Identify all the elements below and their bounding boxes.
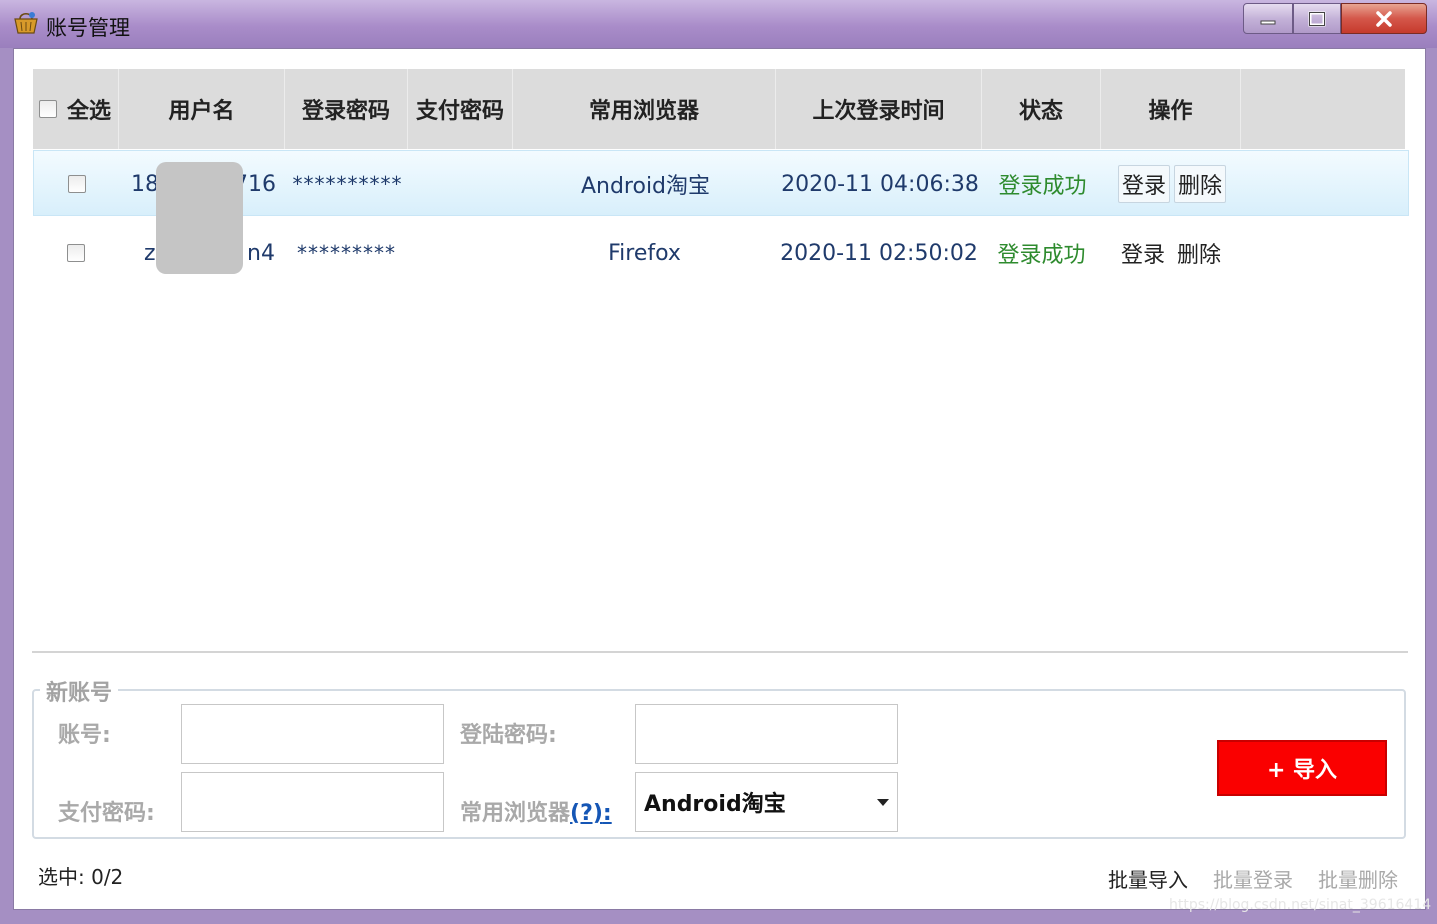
close-icon	[1376, 10, 1392, 27]
batch-import-link[interactable]: 批量导入	[1108, 864, 1188, 893]
login-password-label: 登陆密码:	[460, 723, 557, 748]
username-start: z	[144, 240, 156, 266]
batch-login-link[interactable]: 批量登录	[1213, 864, 1293, 893]
table-header: 全选 用户名 登录密码 支付密码 常用浏览器 上次登录时间 状态 操作	[33, 69, 1405, 149]
cell-last-login: 2020-11 02:50:02	[780, 240, 978, 266]
header-pay-password: 支付密码	[408, 69, 513, 149]
close-button[interactable]	[1341, 3, 1427, 34]
header-last-login: 上次登录时间	[776, 69, 982, 149]
row-login-button[interactable]: 登录	[1117, 165, 1170, 203]
maximize-button[interactable]	[1293, 3, 1341, 34]
browser-help-link[interactable]: (?)	[570, 801, 603, 826]
redaction-overlay	[156, 162, 243, 274]
header-login-password: 登录密码	[285, 69, 408, 149]
browser-select[interactable]: Android淘宝	[635, 772, 898, 832]
account-input[interactable]	[181, 704, 444, 764]
row-delete-button[interactable]: 删除	[1173, 234, 1225, 272]
window-client-area: 全选 用户名 登录密码 支付密码 常用浏览器 上次登录时间 状态 操作 18 7…	[13, 48, 1431, 913]
browser-label-group: 常用浏览器(?):	[460, 795, 612, 827]
cell-pay-password	[408, 220, 513, 286]
batch-delete-link[interactable]: 批量删除	[1318, 864, 1398, 893]
minimize-button[interactable]	[1243, 3, 1293, 34]
login-password-input[interactable]	[635, 704, 898, 764]
new-account-legend: 新账号	[40, 675, 119, 707]
maximize-icon	[1308, 11, 1326, 26]
header-actions: 操作	[1101, 69, 1241, 149]
browser-select-value: Android淘宝	[644, 792, 786, 817]
username-end: n4	[247, 240, 275, 266]
row-delete-button[interactable]: 删除	[1174, 165, 1227, 203]
status-badge: 登录成功	[998, 174, 1087, 199]
username-start: 18	[131, 171, 159, 197]
browser-help-colon: :	[602, 801, 612, 826]
row-checkbox[interactable]	[68, 175, 86, 193]
pay-password-input[interactable]	[181, 772, 444, 832]
basket-icon	[14, 12, 38, 34]
window-controls	[1243, 3, 1427, 34]
account-label: 账号:	[58, 723, 111, 748]
divider	[32, 651, 1408, 653]
cell-browser: Android淘宝	[580, 174, 711, 199]
cell-login-password: *********	[297, 241, 396, 265]
cell-pay-password	[409, 151, 514, 217]
cell-actions: 登录 删除	[1102, 151, 1242, 217]
title-bar[interactable]: 账号管理	[0, 0, 1437, 48]
select-all-checkbox[interactable]	[39, 100, 57, 118]
header-browser: 常用浏览器	[513, 69, 776, 149]
header-select-all[interactable]: 全选	[33, 69, 119, 149]
header-status: 状态	[982, 69, 1101, 149]
status-badge: 登录成功	[997, 243, 1086, 268]
pay-password-label: 支付密码:	[58, 801, 155, 826]
row-checkbox[interactable]	[67, 244, 85, 262]
cell-last-login: 2020-11 04:06:38	[781, 171, 979, 197]
chevron-down-icon	[877, 799, 889, 806]
selected-count: 选中: 0/2	[38, 865, 124, 889]
browser-label: 常用浏览器	[460, 801, 571, 826]
cell-browser: Firefox	[608, 240, 681, 266]
minimize-icon	[1260, 20, 1276, 24]
watermark: https://blog.csdn.net/sinat_39616414	[1169, 897, 1432, 913]
row-login-button[interactable]: 登录	[1117, 234, 1169, 272]
cell-actions: 登录 删除	[1101, 220, 1241, 286]
header-username: 用户名	[119, 69, 285, 149]
accounts-table: 全选 用户名 登录密码 支付密码 常用浏览器 上次登录时间 状态 操作 18 7…	[33, 69, 1409, 629]
cell-login-password: **********	[292, 172, 403, 196]
import-button[interactable]: + 导入	[1217, 740, 1387, 796]
header-select-all-label: 全选	[67, 99, 112, 124]
window-title: 账号管理	[46, 16, 130, 40]
